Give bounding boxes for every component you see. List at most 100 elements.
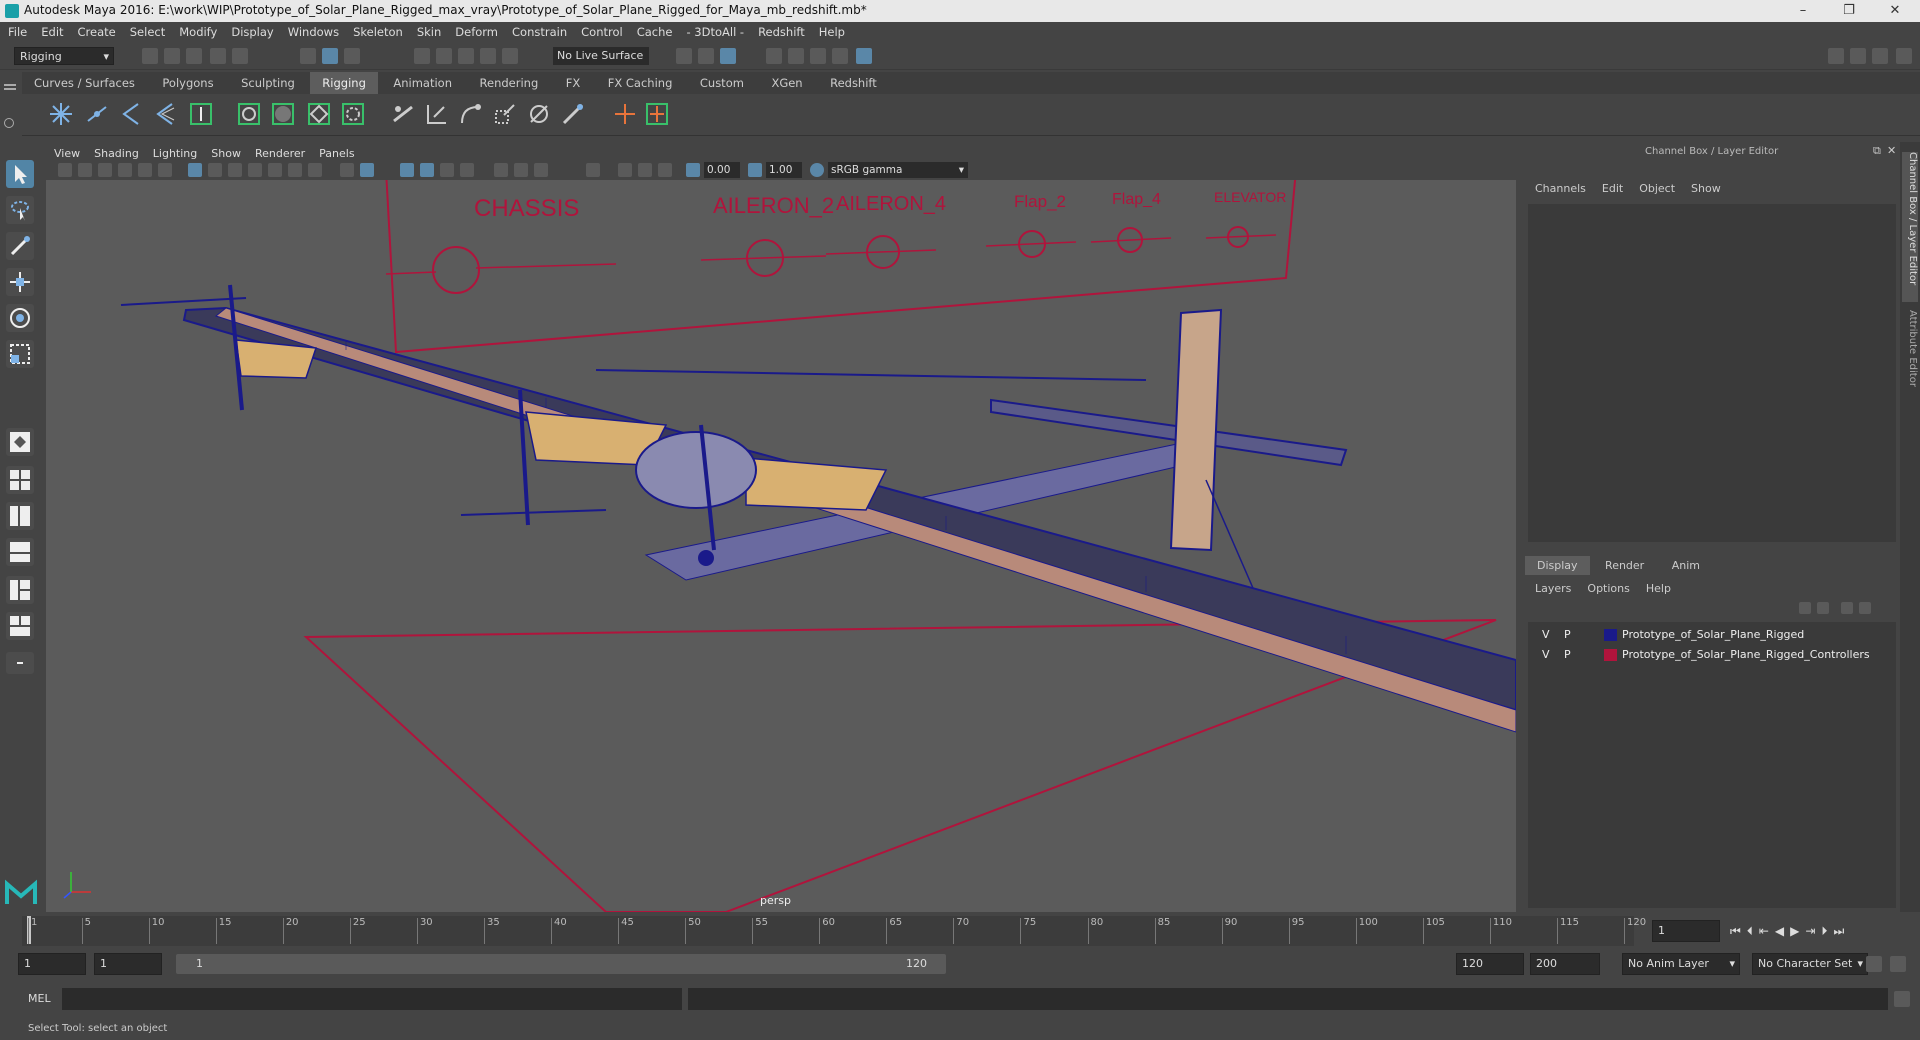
auto-key-icon[interactable] [1866, 956, 1882, 972]
menu-channel-object[interactable]: Object [1639, 182, 1675, 195]
move-tool-icon[interactable] [6, 268, 34, 296]
anim-layer-dropdown[interactable]: No Anim Layer ▾ [1622, 953, 1740, 975]
tab-fx[interactable]: FX [554, 72, 593, 94]
scale-tool-icon[interactable] [6, 340, 34, 368]
use-all-lights-icon[interactable] [440, 163, 454, 177]
open-scene-icon[interactable] [164, 48, 180, 64]
tab-custom[interactable]: Custom [688, 72, 756, 94]
menu-deform[interactable]: Deform [455, 25, 498, 39]
menu-edit[interactable]: Edit [41, 25, 63, 39]
new-layer-from-selection-icon[interactable] [1859, 602, 1871, 614]
tab-curves-surfaces[interactable]: Curves / Surfaces [22, 72, 147, 94]
menu-layers[interactable]: Layers [1535, 582, 1571, 595]
select-object-icon[interactable] [322, 48, 338, 64]
xray-components-icon[interactable] [658, 163, 672, 177]
menu-control[interactable]: Control [581, 25, 623, 39]
move-layer-down-icon[interactable] [1817, 602, 1829, 614]
tab-animation[interactable]: Animation [381, 72, 464, 94]
chassis-controller[interactable] [385, 246, 617, 294]
layer-playback-toggle[interactable]: P [1564, 648, 1571, 661]
menu-redshift[interactable]: Redshift [758, 25, 805, 39]
bind-skin-icon[interactable] [188, 101, 214, 127]
aileron-4-controller[interactable] [825, 235, 937, 269]
ambient-occlusion-icon[interactable] [494, 163, 508, 177]
resolution-gate-icon[interactable] [228, 163, 242, 177]
step-back-key-icon[interactable]: ⇤ [1759, 924, 1775, 938]
field-chart-icon[interactable] [268, 163, 282, 177]
script-editor-icon[interactable] [1894, 991, 1910, 1007]
menu-constrain[interactable]: Constrain [512, 25, 567, 39]
snap-curve-icon[interactable] [436, 48, 452, 64]
select-hierarchy-icon[interactable] [300, 48, 316, 64]
new-empty-layer-icon[interactable] [1841, 602, 1853, 614]
layer-visibility-toggle[interactable]: V [1542, 628, 1550, 641]
motion-blur-icon[interactable] [514, 163, 528, 177]
lattice-icon[interactable] [270, 101, 296, 127]
bookmark-icon[interactable] [98, 163, 112, 177]
redshift-render-icon[interactable] [832, 48, 848, 64]
select-component-icon[interactable] [344, 48, 360, 64]
menu-layer-options[interactable]: Options [1587, 582, 1629, 595]
blend-shape-icon[interactable] [526, 101, 552, 127]
menu-file[interactable]: File [8, 25, 27, 39]
xray-icon[interactable] [618, 163, 632, 177]
panel-float-icon[interactable]: ⧉ [1873, 144, 1881, 158]
layer-row-rigged[interactable]: V P Prototype_of_Solar_Plane_Rigged [1534, 626, 1891, 644]
wrap-icon[interactable] [340, 101, 366, 127]
create-joints-icon[interactable] [48, 101, 74, 127]
uv-editor-layout-icon[interactable] [6, 612, 34, 640]
tab-redshift[interactable]: Redshift [818, 72, 889, 94]
tab-layer-render[interactable]: Render [1593, 556, 1656, 575]
smooth-bind-icon[interactable] [236, 101, 262, 127]
undo-icon[interactable] [210, 48, 226, 64]
playback-start-field[interactable]: 1 [94, 953, 162, 975]
layer-visibility-toggle[interactable]: V [1542, 648, 1550, 661]
menu-display[interactable]: Display [231, 25, 273, 39]
ik-handle-icon[interactable] [118, 101, 144, 127]
tab-rendering[interactable]: Rendering [468, 72, 551, 94]
elevator-controller[interactable] [1205, 226, 1277, 248]
flap-4-controller[interactable] [1090, 227, 1172, 253]
panel-close-icon[interactable]: ✕ [1887, 144, 1896, 157]
save-scene-icon[interactable] [186, 48, 202, 64]
camera-select-icon[interactable] [58, 163, 72, 177]
rotate-tool-icon[interactable] [6, 304, 34, 332]
mirror-weights-icon[interactable] [424, 101, 450, 127]
command-language-label[interactable]: MEL [28, 992, 51, 1005]
animation-end-field[interactable]: 200 [1530, 953, 1600, 975]
menu-help[interactable]: Help [819, 25, 845, 39]
color-space-dropdown[interactable]: sRGB gamma ▾ [828, 162, 968, 178]
ik-spline-icon[interactable] [152, 101, 178, 127]
light-editor-icon[interactable] [810, 48, 826, 64]
single-perspective-layout-icon[interactable] [6, 428, 34, 456]
isolate-select-icon[interactable] [586, 163, 600, 177]
animation-preferences-icon[interactable] [1890, 956, 1906, 972]
menu-channels[interactable]: Channels [1535, 182, 1586, 195]
shadows-icon[interactable] [460, 163, 474, 177]
new-scene-icon[interactable] [142, 48, 158, 64]
move-layer-up-icon[interactable] [1799, 602, 1811, 614]
menu-modify[interactable]: Modify [179, 25, 217, 39]
toggle-channel-box-icon[interactable] [1896, 48, 1912, 64]
redshift-ipr-icon[interactable] [856, 48, 872, 64]
persp-graph-layout-icon[interactable] [6, 538, 34, 566]
tab-polygons[interactable]: Polygons [150, 72, 225, 94]
layer-color-swatch[interactable] [1604, 629, 1617, 641]
exposure-icon[interactable] [686, 163, 700, 177]
textured-icon[interactable] [420, 163, 434, 177]
hypershade-layout-icon[interactable] [6, 576, 34, 604]
exposure-field[interactable]: 0.00 [704, 162, 740, 178]
color-management-icon[interactable] [810, 163, 824, 177]
tab-rigging[interactable]: Rigging [310, 72, 378, 94]
menu-layer-help[interactable]: Help [1646, 582, 1671, 595]
safe-title-icon[interactable] [308, 163, 322, 177]
select-tool-icon[interactable] [6, 160, 34, 188]
2d-pan-zoom-icon[interactable] [138, 163, 152, 177]
ipr-render-icon[interactable] [720, 48, 736, 64]
smooth-shade-icon[interactable] [360, 163, 374, 177]
redo-icon[interactable] [232, 48, 248, 64]
menu-create[interactable]: Create [78, 25, 116, 39]
xray-joints-icon[interactable] [638, 163, 652, 177]
menu-channel-edit[interactable]: Edit [1602, 182, 1623, 195]
lasso-tool-icon[interactable] [6, 196, 34, 224]
